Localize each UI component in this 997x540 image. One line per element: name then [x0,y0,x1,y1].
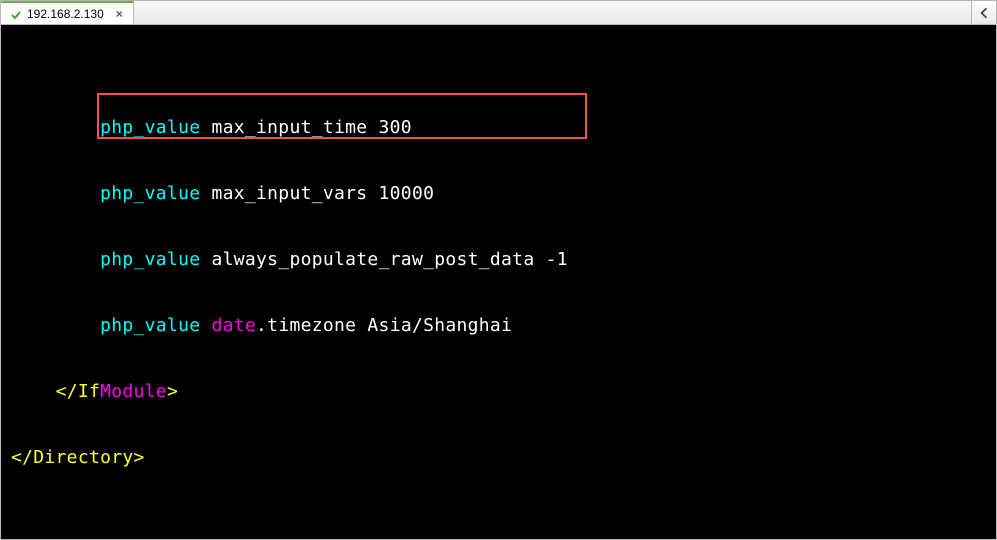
close-icon[interactable]: × [116,8,123,20]
tab-bar: 192.168.2.130 × [1,1,996,25]
connected-icon [11,9,21,19]
app-window: 192.168.2.130 × php_value max_input_time… [0,0,997,540]
tab-title: 192.168.2.130 [27,7,104,21]
indent [11,117,100,138]
term-line-highlighted: php_value date.timezone Asia/Shanghai [11,315,986,337]
value: max_input_time 300 [211,117,411,138]
tab-active[interactable]: 192.168.2.130 × [1,1,134,24]
term-line: php_value max_input_time 300 [11,117,986,139]
key: date [211,315,256,336]
term-line: php_value always_populate_raw_post_data … [11,249,986,271]
term-line: </IfModule> [11,381,986,403]
directive: php_value [100,117,200,138]
term-line-blank [11,513,986,535]
terminal[interactable]: php_value max_input_time 300 php_value m… [1,25,996,539]
term-line: </Directory> [11,447,986,469]
term-line: php_value max_input_vars 10000 [11,183,986,205]
tab-scroll-left[interactable] [971,1,996,24]
